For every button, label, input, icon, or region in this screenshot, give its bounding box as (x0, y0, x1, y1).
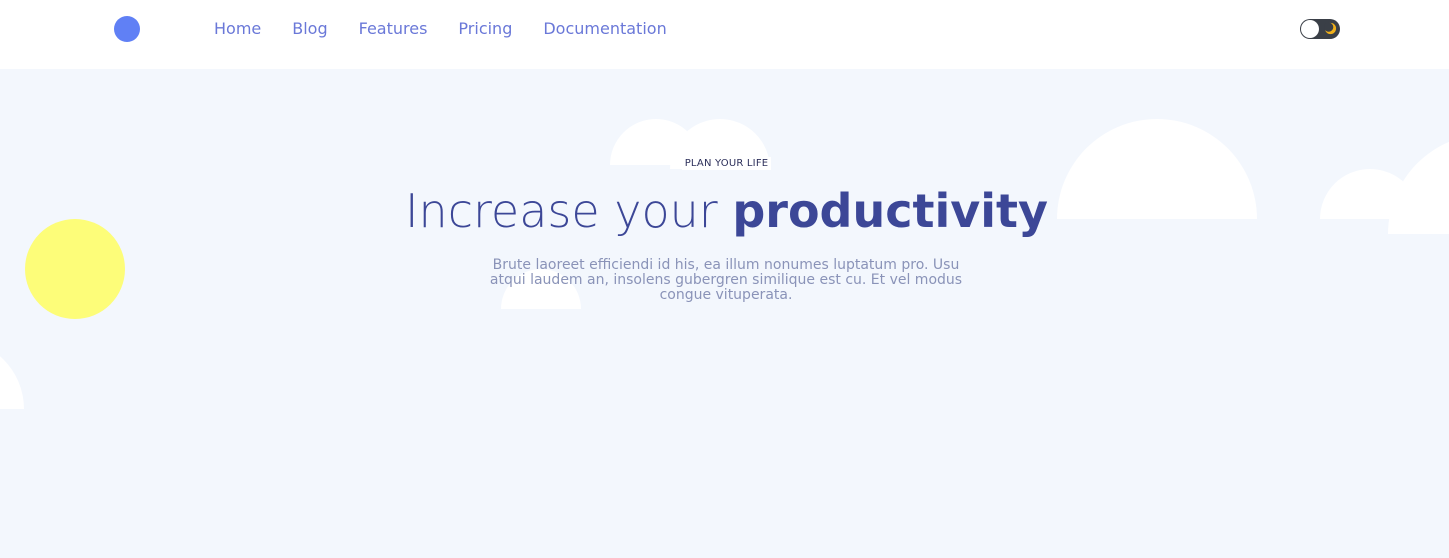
site-header: Home Blog Features Pricing Documentation (0, 0, 1449, 69)
main-nav: Home Blog Features Pricing Documentation (214, 19, 698, 39)
theme-toggle[interactable] (1300, 19, 1340, 39)
moon-icon (1324, 22, 1337, 35)
nav-documentation-link[interactable]: Documentation (543, 19, 666, 39)
eyebrow-text: PLAN YOUR LIFE (681, 157, 772, 170)
nav-pricing-link[interactable]: Pricing (458, 19, 512, 39)
cloud-decoration (0, 339, 24, 409)
headline-bold: productivity (732, 184, 1048, 238)
toggle-knob (1301, 20, 1319, 38)
nav-features-link[interactable]: Features (359, 19, 428, 39)
nav-blog-link[interactable]: Blog (292, 19, 327, 39)
hero-headline: Increase your productivity (0, 182, 1449, 240)
hero-description: Brute laoreet efficiendi id his, ea illu… (489, 257, 963, 303)
headline-light: Increase your (404, 184, 733, 238)
nav-home-link[interactable]: Home (214, 19, 261, 39)
hero-section: PLAN YOUR LIFE Increase your productivit… (0, 69, 1449, 558)
logo-circle[interactable] (114, 16, 140, 42)
hero-eyebrow: PLAN YOUR LIFE (0, 157, 1449, 170)
